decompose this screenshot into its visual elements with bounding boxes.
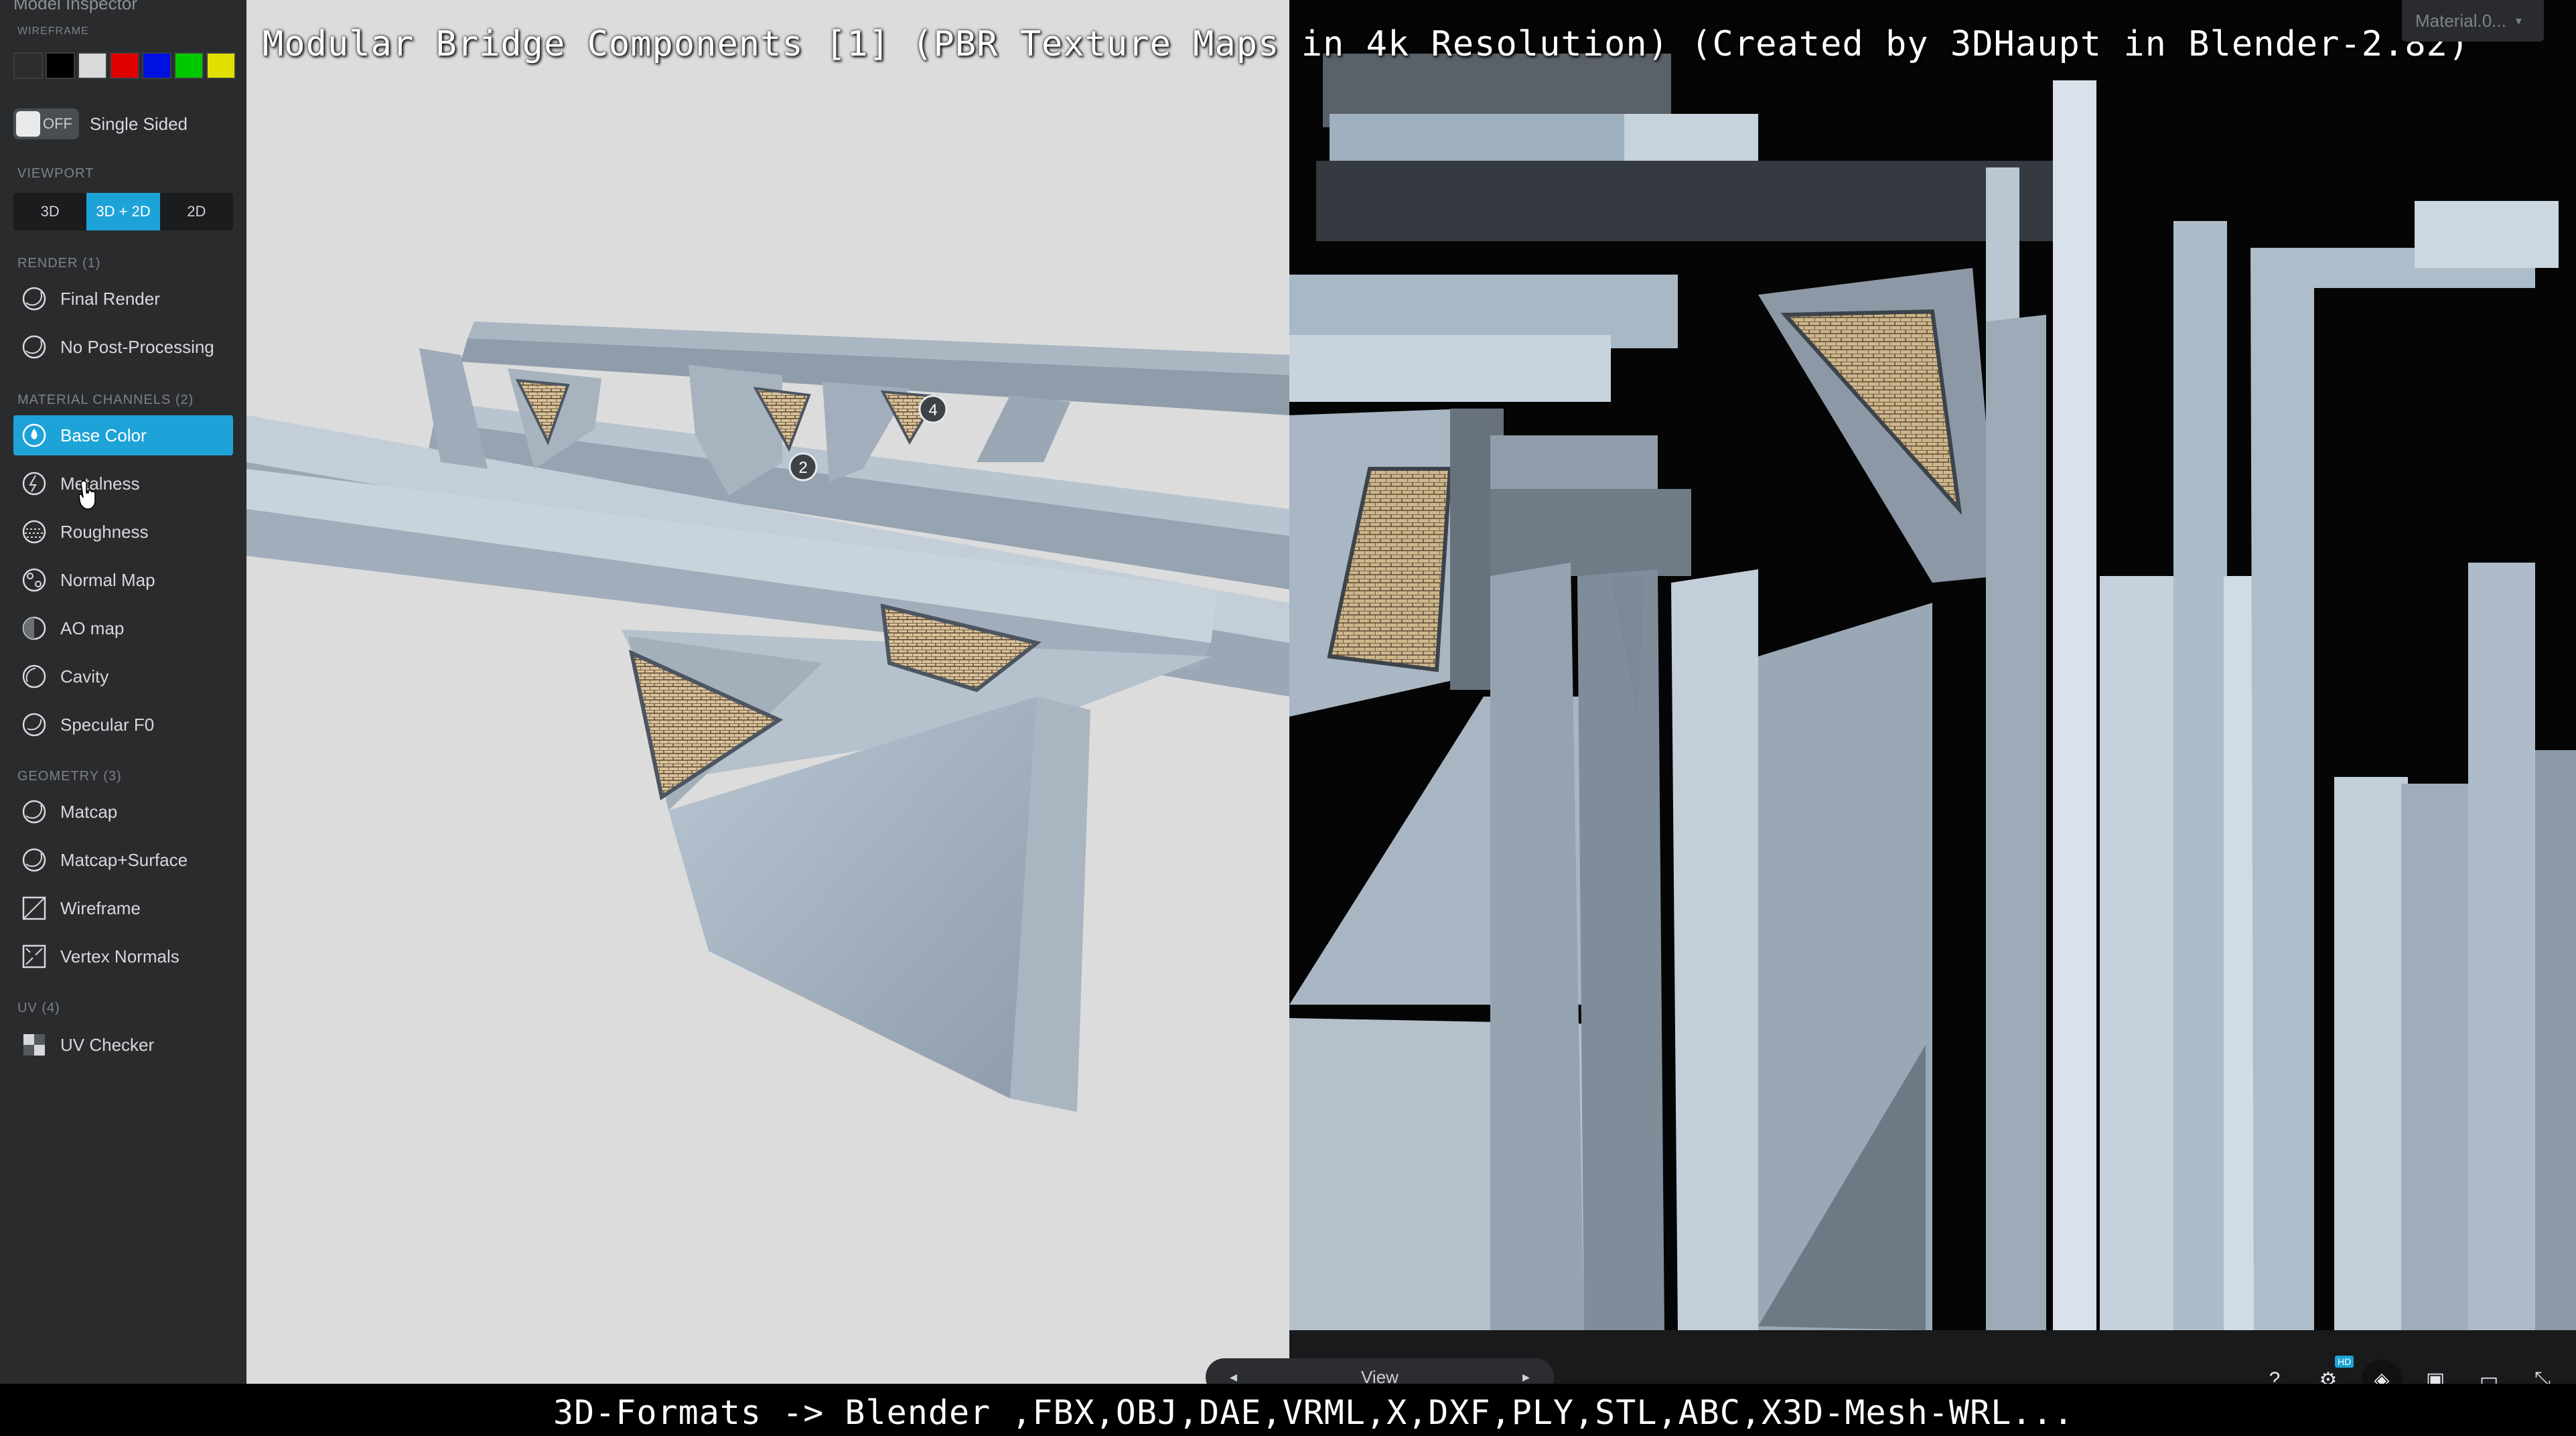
channel-label: Base Color <box>60 425 147 445</box>
viewport-3d-option[interactable]: 3D <box>13 193 86 230</box>
channel-metalness[interactable]: Metalness <box>13 463 233 504</box>
geometry-vertex-normals[interactable]: Vertex Normals <box>13 936 233 977</box>
uv-label: UV Checker <box>60 1034 155 1055</box>
uv-section-label: UV (4) <box>17 1001 60 1015</box>
channel-label: Specular F0 <box>60 714 155 735</box>
viewport-2d-option[interactable]: 2D <box>160 193 233 230</box>
geometry-matcap[interactable]: Matcap <box>13 792 233 832</box>
chevron-down-icon: ▾ <box>2515 13 2522 27</box>
geometry-label: Matcap+Surface <box>60 849 188 870</box>
viewport-mode-selector: 3D 3D + 2D 2D <box>13 193 233 230</box>
annotation-number: 4 <box>928 401 937 419</box>
uv-texture-map <box>1289 54 2576 1330</box>
channel-normal-map[interactable]: Normal Map <box>13 560 233 600</box>
geometry-section-label: GEOMETRY (3) <box>17 769 122 784</box>
wireframe-label: WIREFRAME <box>17 25 89 37</box>
channel-ao-map[interactable]: AO map <box>13 608 233 648</box>
wireframe-color-black[interactable] <box>46 52 75 79</box>
formats-subtitle-overlay: 3D-Formats -> Blender ,FBX,OBJ,DAE,VRML,… <box>553 1393 2074 1432</box>
panel-title: Model Inspector <box>13 0 137 13</box>
sphere-icon <box>19 845 50 875</box>
geometry-matcap-surface[interactable]: Matcap+Surface <box>13 840 233 880</box>
render-no-post-processing[interactable]: No Post-Processing <box>13 327 233 367</box>
hand-cursor-icon <box>78 480 96 510</box>
wireframe-color-yellow[interactable] <box>206 52 236 79</box>
cavity-icon <box>19 661 50 692</box>
checker-icon <box>19 1029 50 1060</box>
channel-label: Normal Map <box>60 569 155 590</box>
material-channels-label: MATERIAL CHANNELS (2) <box>17 392 194 407</box>
channel-specular-f0[interactable]: Specular F0 <box>13 705 233 745</box>
wireframe-icon <box>19 893 50 924</box>
sphere-icon <box>19 796 50 827</box>
wireframe-color-red[interactable] <box>110 52 139 79</box>
bridge-3d-render: 2 4 <box>246 321 1289 1112</box>
wireframe-color-white[interactable] <box>78 52 107 79</box>
render-item-label: Final Render <box>60 288 160 309</box>
channel-roughness[interactable]: Roughness <box>13 512 233 552</box>
viewport-section-label: VIEWPORT <box>17 166 94 181</box>
geometry-wireframe[interactable]: Wireframe <box>13 888 233 928</box>
wireframe-color-blue[interactable] <box>142 52 171 79</box>
toggle-knob <box>16 111 40 137</box>
render-final-render[interactable]: Final Render <box>13 279 233 319</box>
sphere-icon <box>19 283 50 314</box>
normal-map-icon <box>19 565 50 595</box>
hd-badge: HD <box>2335 1356 2354 1368</box>
roughness-icon <box>19 516 50 547</box>
video-title-overlay: Modular Bridge Components [1] (PBR Textu… <box>263 24 2470 64</box>
channel-base-color[interactable]: Base Color <box>13 415 233 455</box>
droplet-icon <box>19 420 50 451</box>
viewport-2d-texture[interactable] <box>1289 0 2576 1330</box>
toggle-state: OFF <box>43 115 72 132</box>
ao-icon <box>19 613 50 644</box>
single-sided-toggle[interactable]: OFF <box>13 109 79 139</box>
geometry-label: Vertex Normals <box>60 946 180 966</box>
channel-label: Roughness <box>60 521 149 542</box>
channel-label: AO map <box>60 618 125 638</box>
wireframe-color-swatches <box>13 52 236 79</box>
vertex-normals-icon <box>19 941 50 972</box>
sphere-icon <box>19 332 50 362</box>
geometry-label: Matcap <box>60 801 118 822</box>
render-section-label: RENDER (1) <box>17 256 101 271</box>
inspector-sidebar: Model Inspector WIREFRAME OFF Single Sid… <box>0 0 246 1436</box>
uv-checker[interactable]: UV Checker <box>13 1025 233 1065</box>
channel-label: Metalness <box>60 473 140 494</box>
model-inspector-screen: 2 4 Model Inspector WIREFRAME OFF Single… <box>0 0 2576 1436</box>
channel-label: Cavity <box>60 666 109 687</box>
viewport-3d-2d-option[interactable]: 3D + 2D <box>86 193 160 230</box>
render-item-label: No Post-Processing <box>60 336 214 357</box>
material-select[interactable]: Material.0... ▾ <box>2402 0 2544 42</box>
material-select-value: Material.0... <box>2415 10 2506 31</box>
viewport-3d[interactable]: 2 4 <box>246 0 1289 1384</box>
wireframe-color-none[interactable] <box>13 52 43 79</box>
geometry-label: Wireframe <box>60 898 141 918</box>
single-sided-label: Single Sided <box>90 114 188 134</box>
metal-icon <box>19 468 50 499</box>
wireframe-color-green[interactable] <box>174 52 204 79</box>
annotation-number: 2 <box>798 459 807 477</box>
channel-cavity[interactable]: Cavity <box>13 656 233 697</box>
specular-icon <box>19 709 50 740</box>
